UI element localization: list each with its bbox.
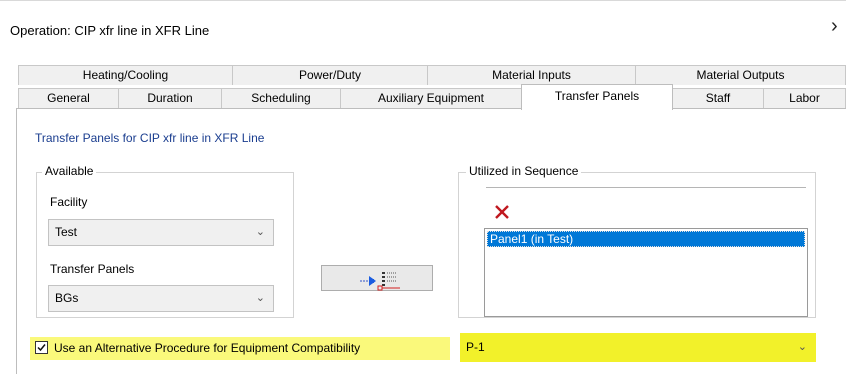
facility-label: Facility — [50, 195, 88, 209]
tab-scheduling[interactable]: Scheduling — [221, 88, 341, 108]
list-item[interactable]: Panel1 (in Test) — [487, 231, 805, 247]
tab-duration[interactable]: Duration — [118, 88, 222, 108]
transfer-panels-value: BGs — [55, 291, 79, 305]
chevron-down-icon: ⌄ — [255, 292, 265, 304]
facility-select[interactable]: Test ⌄ — [48, 219, 274, 246]
procedure-value: P-1 — [466, 340, 485, 354]
procedure-select[interactable]: P-1 ⌄ — [460, 333, 816, 362]
tab-labor[interactable]: Labor — [763, 88, 846, 108]
transfer-panels-label: Transfer Panels — [50, 262, 135, 276]
alt-procedure-checkbox[interactable] — [35, 341, 48, 354]
utilized-listbox[interactable]: Panel1 (in Test) — [484, 228, 808, 317]
chevron-down-icon: ⌄ — [797, 341, 807, 353]
add-to-sequence-button[interactable] — [321, 265, 433, 291]
tab-staff[interactable]: Staff — [672, 88, 764, 108]
tab-material-inputs[interactable]: Material Inputs — [427, 65, 636, 85]
tab-general[interactable]: General — [18, 88, 119, 108]
tab-power-duty[interactable]: Power/Duty — [232, 65, 428, 85]
tab-heating-cooling[interactable]: Heating/Cooling — [18, 65, 233, 85]
tab-material-outputs[interactable]: Material Outputs — [635, 65, 846, 85]
tab-auxiliary-equipment[interactable]: Auxiliary Equipment — [340, 88, 522, 108]
window-title: Operation: CIP xfr line in XFR Line — [10, 23, 210, 38]
delete-icon[interactable] — [492, 201, 514, 223]
chevron-down-icon: ⌄ — [255, 226, 265, 238]
panel-heading: Transfer Panels for CIP xfr line in XFR … — [35, 131, 265, 145]
alt-procedure-label: Use an Alternative Procedure for Equipme… — [54, 341, 361, 355]
close-icon[interactable]: › — [831, 16, 838, 36]
checkmark-icon — [37, 344, 46, 352]
top-border — [0, 0, 846, 1]
utilized-divider — [486, 187, 806, 188]
facility-value: Test — [55, 225, 78, 239]
available-group-label: Available — [42, 164, 97, 178]
transfer-panels-select[interactable]: BGs ⌄ — [48, 285, 274, 312]
move-right-icon — [360, 272, 400, 291]
utilized-group-label: Utilized in Sequence — [466, 164, 582, 178]
tab-transfer-panels[interactable]: Transfer Panels — [521, 84, 673, 110]
